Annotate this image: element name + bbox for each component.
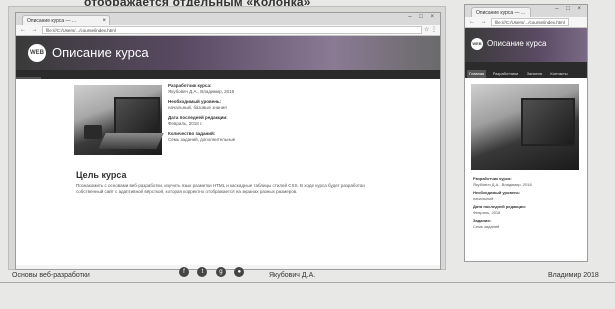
info-value: начальный	[473, 195, 494, 201]
site-nav: Главная Разработчики Занятия Контакты До…	[16, 70, 440, 86]
footer-author: Якубович Д.А.	[269, 272, 316, 279]
site-logo[interactable]: WEB	[28, 44, 46, 62]
info-value: начальный, базовые знания	[168, 105, 227, 110]
info-value: Февраль, 2018 г.	[168, 121, 203, 126]
laptop-keyboard	[98, 133, 164, 149]
browser-window-desktop: Описание курса — ... × – □ × ← → C file:…	[15, 12, 441, 270]
tab-title: Описание курса — ...	[476, 10, 526, 16]
site-header: WEB Описание курса	[465, 28, 587, 62]
social-icons: f t g ●	[179, 260, 248, 278]
phone-image	[84, 125, 102, 139]
laptop-screen	[114, 97, 160, 137]
browser-window-mobile: Описание курса — ... – □ × ← → C file://…	[464, 4, 588, 262]
page-content: Разработчик курса: Якубович Д.А., Владим…	[465, 78, 587, 261]
site-nav: Главная Разработчики Занятия Контакты До…	[465, 62, 587, 94]
url-input[interactable]: file:///C:/Users/.../course/index.html	[491, 18, 569, 26]
facebook-icon[interactable]: f	[179, 267, 189, 277]
site-header: WEB Описание курса	[16, 36, 440, 70]
nav-item-developers[interactable]: Разработчики	[491, 70, 521, 78]
footer-place-year: Владимир 2018	[548, 272, 599, 279]
browser-tab[interactable]: Описание курса — ...	[471, 7, 531, 17]
page-title: Описание курса	[487, 39, 547, 48]
slide-area: Описание курса — ... × – □ × ← → C file:…	[8, 6, 446, 270]
page-title: Описание курса	[52, 45, 149, 60]
address-bar: ← → C file:///C:/Users/.../course/index.…	[465, 17, 587, 28]
course-info: Разработчик курса: Якубович Д.А., Владим…	[168, 83, 368, 147]
course-info: Разработчик курса: Якубович Д.А., Владим…	[473, 176, 579, 232]
window-controls[interactable]: – □ ×	[555, 6, 584, 12]
info-value: Якубович Д.А., Владимир, 2018	[473, 181, 532, 187]
window-controls[interactable]: – □ ×	[408, 14, 437, 20]
info-value: Семь заданий, дополнительные	[168, 137, 236, 142]
laptop-photo	[74, 85, 164, 155]
goal-heading: Цель курса	[76, 170, 127, 180]
tab-title: Описание курса — ...	[27, 18, 77, 24]
laptop-photo	[471, 84, 579, 170]
tab-bar: Описание курса — ... × – □ ×	[16, 13, 440, 25]
github-icon[interactable]: ●	[234, 267, 245, 277]
info-value: Якубович Д.А., Владимир, 2018	[168, 89, 235, 94]
info-value: Семь заданий	[473, 223, 500, 229]
footer-divider	[0, 282, 615, 283]
tab-bar: Описание курса — ... – □ ×	[465, 5, 587, 17]
laptop-screen	[521, 98, 575, 146]
close-tab-icon[interactable]: ×	[102, 16, 106, 25]
info-value: Февраль, 2018	[473, 209, 501, 215]
goal-text: Познакомить с основами веб-разработки, и…	[76, 183, 365, 194]
address-bar: ← → C file:///C:/Users/.../course/index.…	[16, 25, 440, 36]
menu-icon[interactable]: ☆ ⋮	[424, 25, 437, 35]
browser-tab[interactable]: Описание курса — ... ×	[22, 15, 110, 25]
site-logo[interactable]: WEB	[471, 38, 483, 50]
nav-item-home[interactable]: Главная	[467, 70, 487, 78]
url-input[interactable]: file:///C:/Users/.../course/index.html	[42, 26, 422, 34]
nav-item-lessons[interactable]: Занятия	[525, 70, 544, 78]
page-content: Разработчик курса: Якубович Д.А., Владим…	[16, 79, 440, 265]
nav-item-contacts[interactable]: Контакты	[548, 70, 569, 78]
footer-course-name: Основы веб-разработки	[12, 272, 90, 279]
twitter-icon[interactable]: t	[197, 267, 208, 277]
google-icon[interactable]: g	[215, 267, 226, 277]
